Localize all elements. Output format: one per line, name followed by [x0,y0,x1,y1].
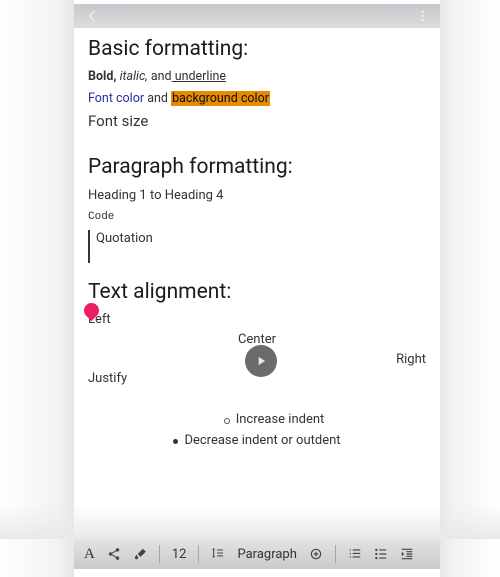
indent-samples: Increase indent Decrease indent or outde… [88,411,426,451]
numbered-list-icon[interactable] [348,547,362,561]
font-size-sample: Font size [88,111,426,133]
paragraph-style-select[interactable]: Paragraph [237,547,296,562]
decrease-indent-label: Decrease indent or outdent [184,432,340,451]
basic-line-styles: Bold, italic, and underline [88,68,426,86]
heading-alignment: Text alignment: [88,277,426,307]
share-icon[interactable] [107,547,121,561]
text-and2: and [147,91,168,106]
bullet-open-icon [224,418,230,424]
heading-basic: Basic formatting: [88,34,426,64]
top-app-bar [74,4,440,28]
editor-surface: Basic formatting: Bold, italic, and unde… [74,4,440,573]
outdent-icon[interactable] [400,547,414,561]
bullet-list-icon[interactable] [374,547,388,561]
code-sample: Code [88,210,426,226]
format-toolbar: A 12 Paragraph [74,539,440,569]
basic-line-colors: Font color and background color [88,90,426,108]
quotation-sample: Quotation [88,230,426,249]
insert-icon[interactable] [309,547,323,561]
italic-sample: italic, [120,69,148,84]
fill-color-icon[interactable] [133,547,147,561]
decrease-indent-row: Decrease indent or outdent [88,432,426,451]
font-color-sample: Font color [88,91,144,106]
bullet-solid-icon [173,439,178,444]
text-format-button[interactable]: A [84,546,95,563]
increase-indent-label: Increase indent [236,411,325,430]
line-spacing-icon[interactable] [211,547,225,561]
headings-sample: Heading 1 to Heading 4 [88,187,426,206]
bold-sample: Bold, [88,69,116,84]
quotation-tail [88,249,426,263]
back-icon[interactable] [84,8,100,24]
heading-paragraph: Paragraph formatting: [88,152,426,182]
background-color-sample: background color [171,91,270,106]
underline-sample: underline [172,69,226,84]
more-vert-icon[interactable] [416,9,430,23]
text-and: and [151,69,172,84]
play-button[interactable] [245,345,277,377]
increase-indent-row: Increase indent [88,411,426,430]
document-body[interactable]: Basic formatting: Bold, italic, and unde… [74,28,440,451]
align-left-sample: Left [88,311,426,330]
font-size-value[interactable]: 12 [172,547,187,562]
